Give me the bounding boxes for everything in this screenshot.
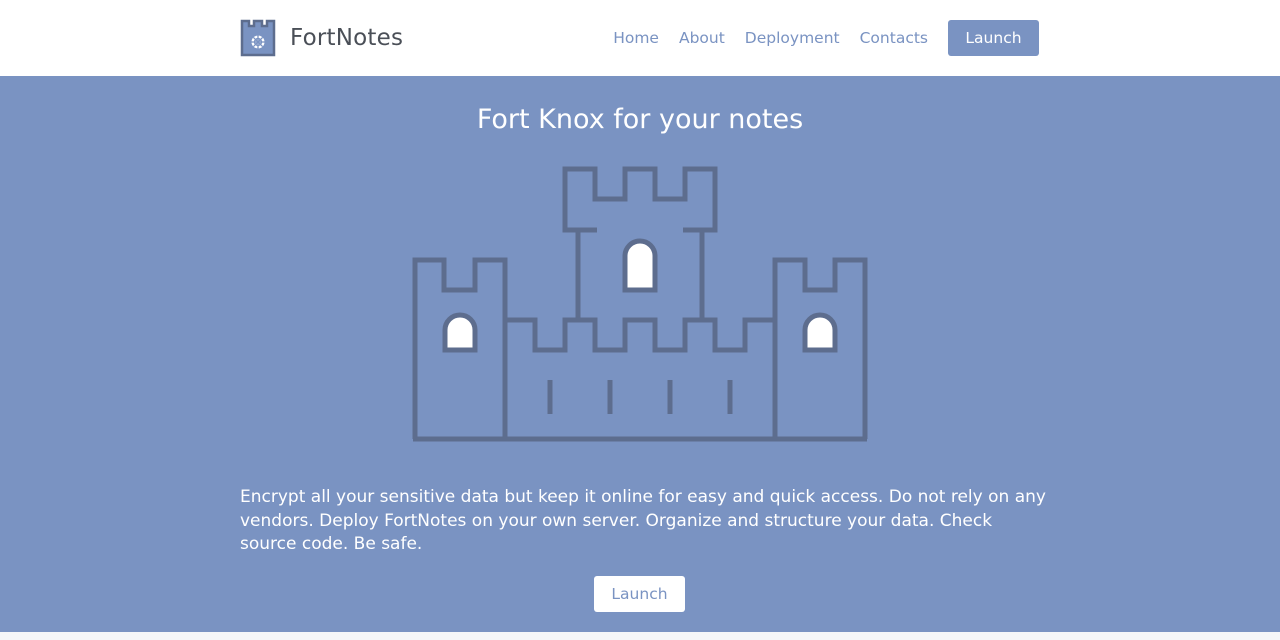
top-navbar: FortNotes Home About Deployment Contacts… (0, 0, 1280, 76)
nav-home-link[interactable]: Home (613, 20, 659, 56)
hero-title: Fort Knox for your notes (476, 104, 804, 135)
hero-section: Fort Knox for your notes Encrypt all you… (0, 76, 1280, 632)
castle-icon (412, 166, 868, 442)
hero-description: Encrypt all your sensitive data but keep… (240, 487, 1046, 554)
nav-about-link[interactable]: About (679, 20, 725, 56)
castle-tower-icon (240, 19, 276, 57)
nav-contacts-link[interactable]: Contacts (860, 20, 928, 56)
nav-launch-button[interactable]: Launch (948, 20, 1039, 56)
main-nav: Home About Deployment Contacts Launch (613, 20, 1039, 56)
nav-deployment-link[interactable]: Deployment (745, 20, 840, 56)
brand-link[interactable]: FortNotes (240, 19, 403, 57)
brand-name: FortNotes (290, 25, 404, 51)
hero-launch-button[interactable]: Launch (594, 576, 685, 612)
page-bottom-strip (0, 632, 1280, 640)
